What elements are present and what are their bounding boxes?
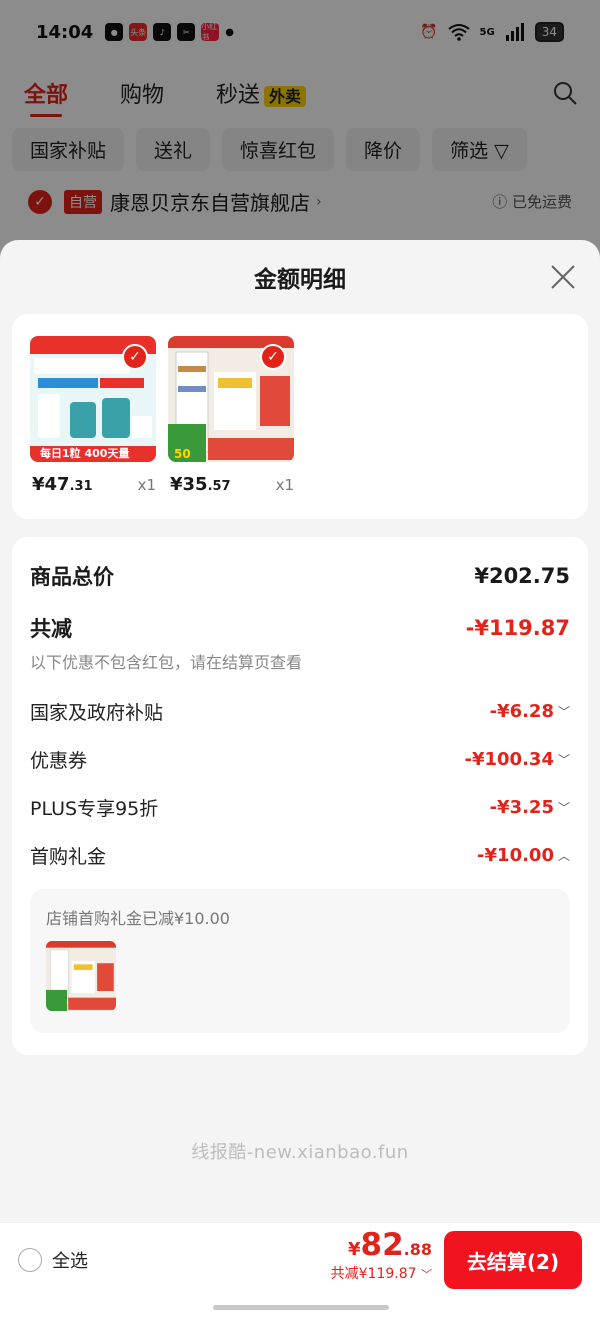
product-qty: x1 — [275, 476, 294, 494]
discount-row-subsidy[interactable]: 国家及政府补贴 -¥6.28 ﹀ — [30, 687, 570, 735]
select-all-label: 全选 — [52, 1251, 88, 1272]
total-yen: ¥ — [347, 1239, 361, 1260]
product-thumbnail-vitamin-d-calcium: 每日1粒 400天量 ✓ — [30, 336, 156, 462]
total-reduce[interactable]: 共减¥119.87 ﹀ — [331, 1263, 432, 1283]
product-qty: x1 — [137, 476, 156, 494]
sheet-header: 金额明细 — [0, 240, 600, 314]
close-icon[interactable] — [550, 264, 576, 290]
discount-label: PLUS专享95折 — [30, 797, 159, 820]
discount-amount: -¥10.00 ︿ — [477, 845, 570, 866]
select-all[interactable]: 全选 — [18, 1247, 88, 1273]
product-price: ¥47.31 — [32, 474, 93, 495]
total-value: ¥202.75 — [474, 564, 570, 588]
discount-amount: -¥6.28 ﹀ — [490, 701, 570, 722]
discount-label: 首购礼金 — [30, 845, 107, 868]
discount-row-plus[interactable]: PLUS专享95折 -¥3.25 ﹀ — [30, 783, 570, 831]
discount-row-first-purchase[interactable]: 首购礼金 -¥10.00 ︿ — [30, 831, 570, 879]
chevron-up-icon: ︿ — [557, 848, 570, 863]
discount-value: -¥6.28 — [489, 700, 554, 722]
dim-overlay[interactable] — [0, 0, 600, 260]
reduce-row: 共减 -¥119.87 — [30, 613, 570, 643]
product-item[interactable]: 每日1粒 400天量 ✓ ¥47.31 x1 — [30, 336, 156, 497]
total-int: 82 — [360, 1227, 404, 1263]
price-detail-card: 商品总价 ¥202.75 共减 -¥119.87 以下优惠不包含红包，请在结算页… — [12, 537, 588, 1055]
home-indicator[interactable] — [213, 1305, 389, 1310]
discount-label: 国家及政府补贴 — [30, 701, 164, 724]
product-thumbnail-shelf: 50 ✓ — [168, 336, 294, 462]
chevron-down-icon: ﹀ — [421, 1268, 432, 1281]
bottom-bar: 全选 ¥82.88 共减¥119.87 ﹀ 去结算(2) — [0, 1222, 600, 1318]
first-purchase-detail: 店铺首购礼金已减¥10.00 — [30, 889, 570, 1033]
selected-check-icon[interactable]: ✓ — [122, 344, 148, 370]
selected-check-icon[interactable]: ✓ — [260, 344, 286, 370]
product-price-dec: .31 — [69, 479, 93, 494]
discount-amount: -¥100.34 ﹀ — [465, 749, 570, 770]
total-label: 商品总价 — [30, 565, 114, 589]
discount-label: 优惠券 — [30, 749, 88, 772]
checkout-button[interactable]: 去结算(2) — [444, 1231, 582, 1289]
total-block: ¥82.88 共减¥119.87 ﹀ — [331, 1227, 432, 1283]
amount-detail-sheet: 金额明细 每日1粒 400天量 ✓ ¥47.31 x1 50 ✓ ¥35.57 … — [0, 240, 600, 1222]
reduce-label: 共减 — [30, 617, 72, 641]
reduce-value: -¥119.87 — [465, 616, 570, 640]
discount-value: -¥100.34 — [464, 748, 554, 770]
gift-product-image — [46, 941, 116, 1011]
chevron-down-icon: ﹀ — [557, 704, 570, 719]
product-item[interactable]: 50 ✓ ¥35.57 x1 — [168, 336, 294, 497]
product-price: ¥35.57 — [170, 474, 231, 495]
discount-row-coupon[interactable]: 优惠券 -¥100.34 ﹀ — [30, 735, 570, 783]
svg-text:每日1粒 400天量: 每日1粒 400天量 — [40, 446, 129, 460]
total-dec: .88 — [403, 1240, 432, 1259]
product-price-dec: .57 — [207, 479, 231, 494]
chevron-down-icon: ﹀ — [557, 800, 570, 815]
chevron-down-icon: ﹀ — [557, 752, 570, 767]
total-price: ¥82.88 — [331, 1227, 432, 1263]
gift-note: 店铺首购礼金已减¥10.00 — [46, 909, 230, 928]
discount-value: -¥3.25 — [489, 796, 554, 818]
reduce-note: 以下优惠不包含红包，请在结算页查看 — [30, 653, 303, 672]
sheet-title: 金额明细 — [254, 267, 346, 293]
product-meta: ¥47.31 x1 — [30, 474, 156, 495]
discount-amount: -¥3.25 ﹀ — [490, 797, 570, 818]
product-meta: ¥35.57 x1 — [168, 474, 294, 495]
total-reduce-label: 共减¥119.87 — [330, 1266, 417, 1282]
product-price-int: ¥35 — [170, 474, 208, 495]
gift-product-thumbnail — [46, 941, 116, 1011]
select-all-radio[interactable] — [18, 1248, 42, 1272]
svg-text:50: 50 — [174, 447, 191, 461]
discount-value: -¥10.00 — [477, 844, 554, 866]
product-price-int: ¥47 — [32, 474, 70, 495]
watermark: 线报酷-new.xianbao.fun — [191, 1142, 409, 1163]
total-row: 商品总价 ¥202.75 — [30, 561, 570, 591]
products-card: 每日1粒 400天量 ✓ ¥47.31 x1 50 ✓ ¥35.57 x1 — [12, 314, 588, 519]
